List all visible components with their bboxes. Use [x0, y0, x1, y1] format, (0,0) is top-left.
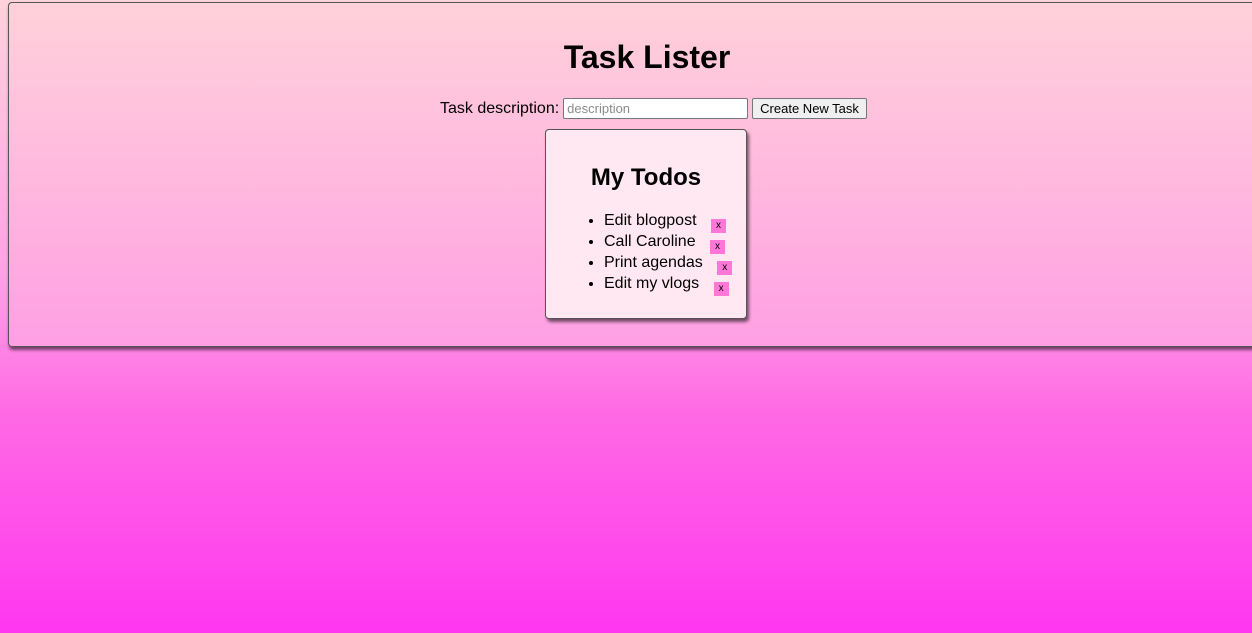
todo-list: Edit blogpost x Call Caroline x Print ag…: [564, 212, 733, 296]
create-task-form: Task description: Create New Task: [440, 98, 867, 119]
todo-item: Print agendas x: [604, 254, 733, 275]
todo-item-text: Edit my vlogs: [604, 275, 700, 292]
todo-item-text: Call Caroline: [604, 233, 696, 250]
create-new-task-button[interactable]: Create New Task: [752, 98, 867, 119]
todo-item: Edit my vlogs x: [604, 275, 732, 296]
todo-item: Call Caroline x: [604, 233, 732, 254]
page-title: Task Lister: [563, 39, 731, 75]
delete-todo-button[interactable]: x: [710, 219, 726, 233]
task-description-input[interactable]: [563, 98, 749, 119]
delete-todo-button[interactable]: x: [713, 282, 729, 296]
todo-item-text: Edit blogpost: [604, 212, 697, 229]
delete-todo-button[interactable]: x: [710, 240, 726, 254]
todo-item: Edit blogpost x: [604, 212, 732, 233]
todo-list-title: My Todos: [590, 164, 702, 191]
task-description-label: Task description:: [440, 99, 560, 117]
todo-list-card: My Todos Edit blogpost x Call Caroline x…: [545, 129, 747, 319]
todo-item-text: Print agendas: [604, 254, 703, 271]
delete-todo-button[interactable]: x: [717, 261, 733, 275]
